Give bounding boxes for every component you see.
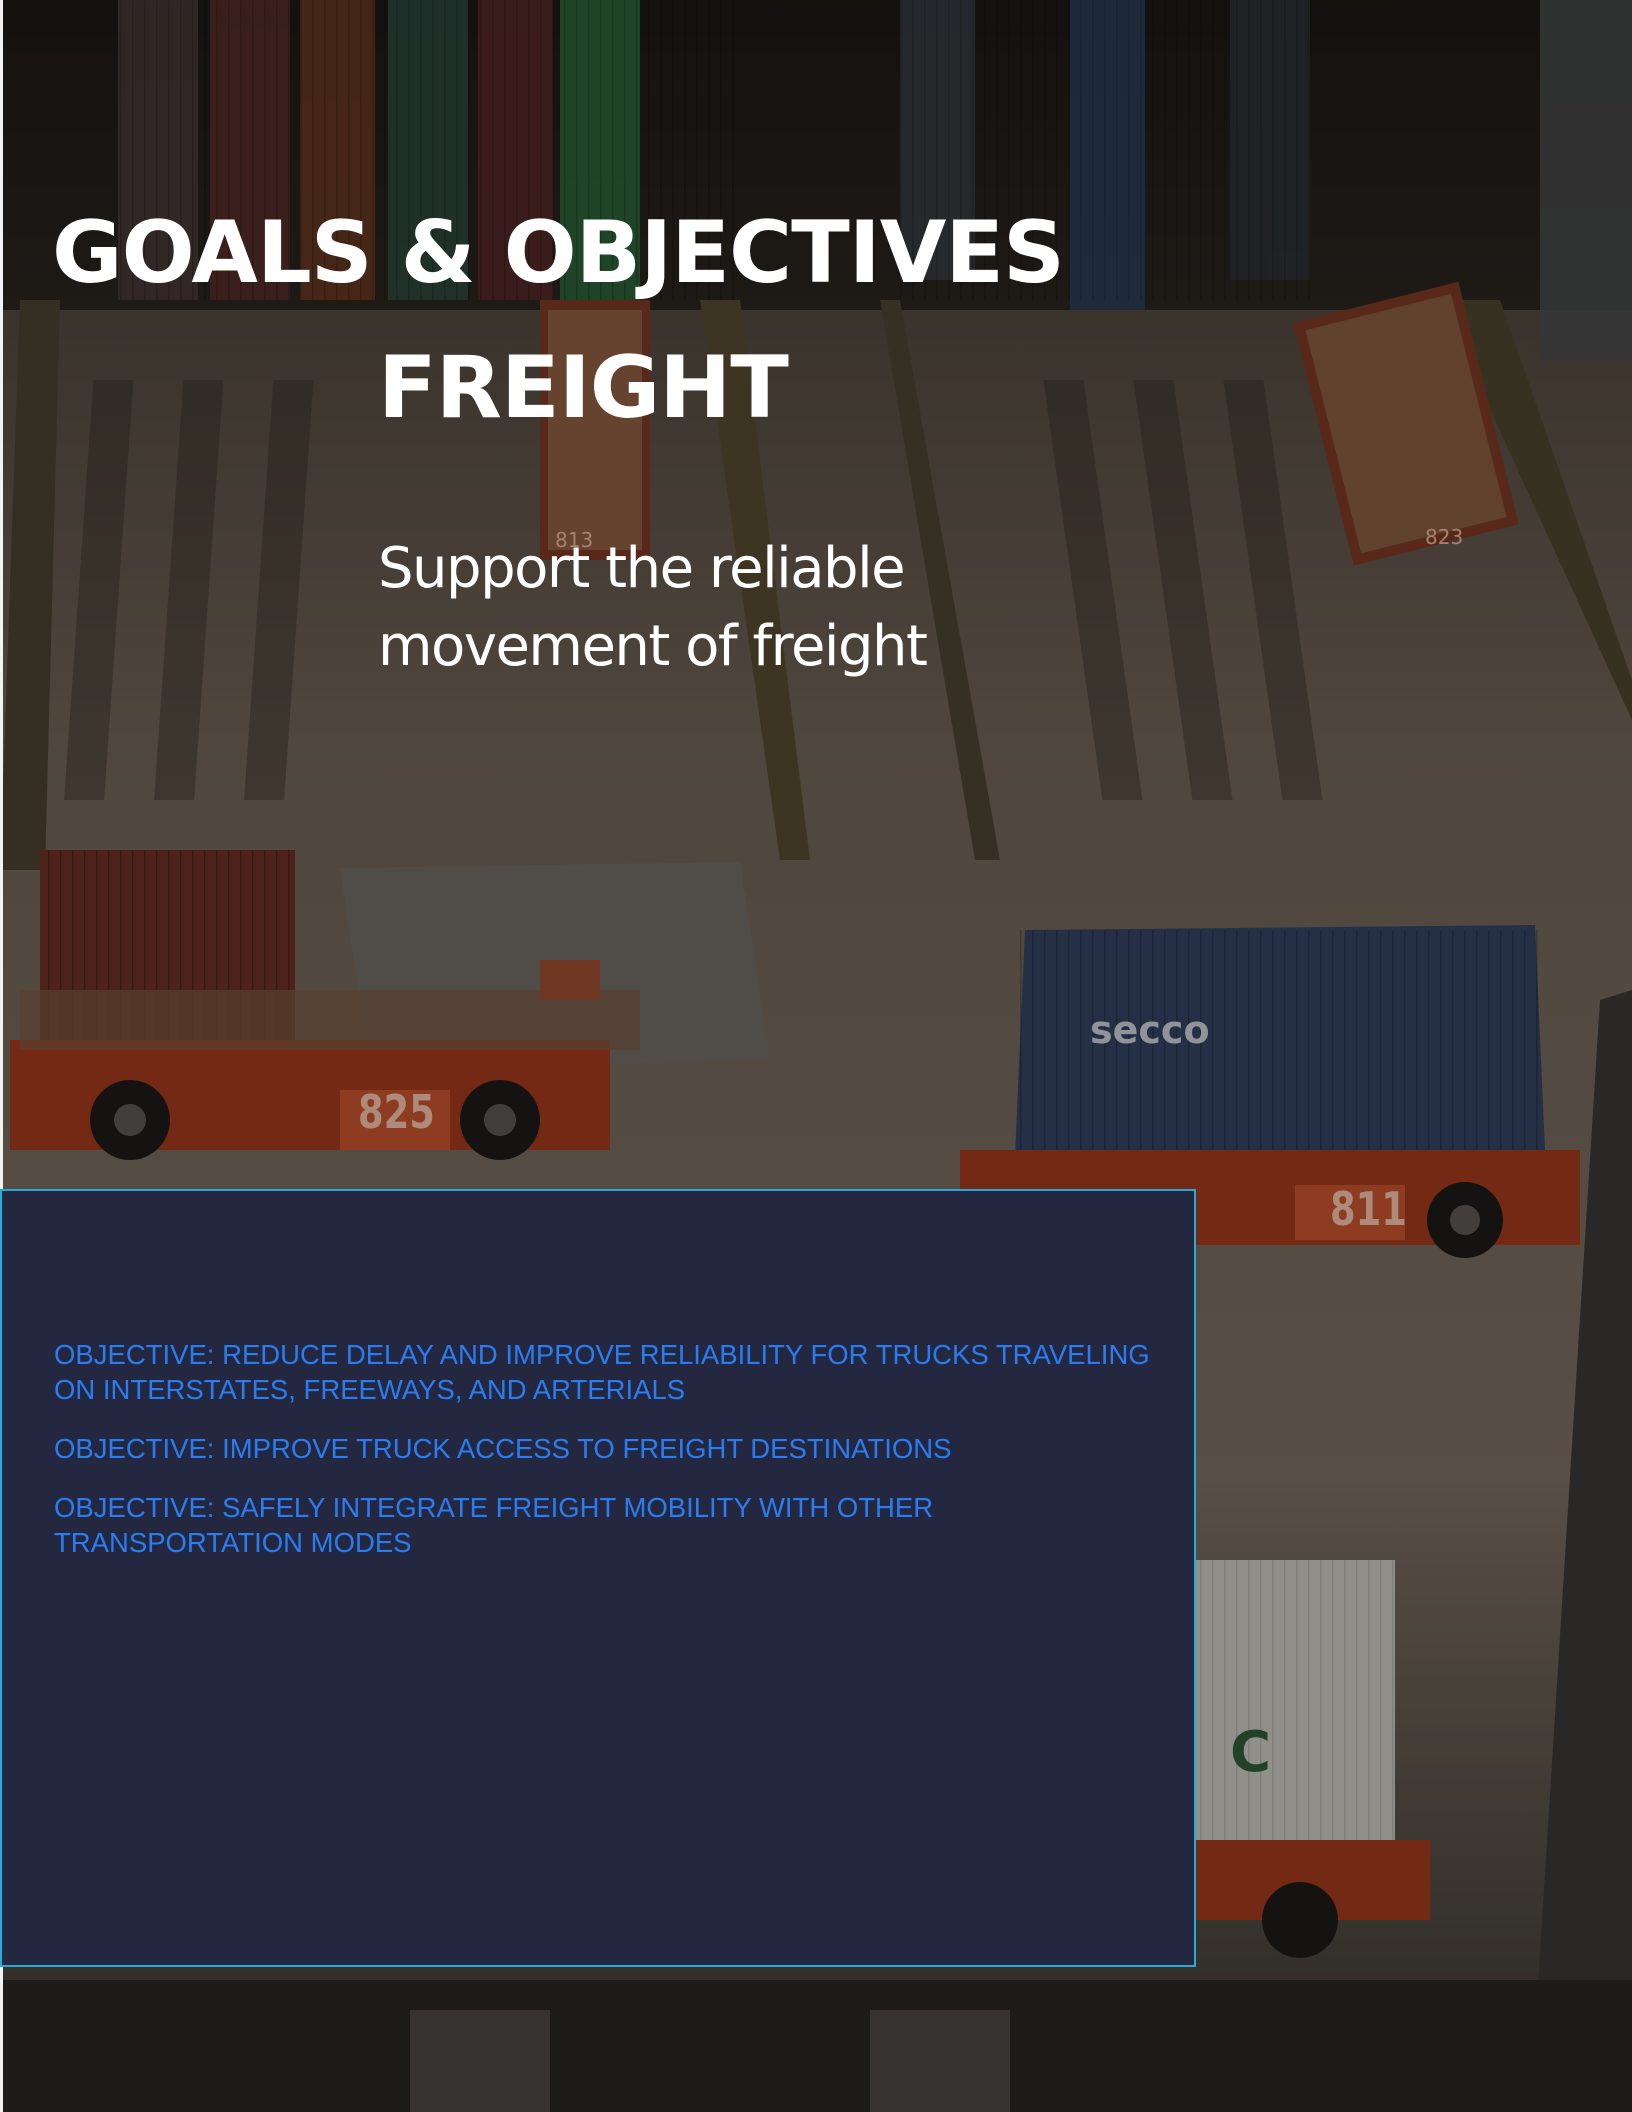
goal-statement: Support the reliable movement of freight [378,536,928,679]
page-title: GOALS & OBJECTIVES [52,203,1065,303]
objective-item: OBJECTIVE: SAFELY INTEGRATE FREIGHT MOBI… [54,1492,934,1558]
section-title: FREIGHT [378,338,789,438]
objectives-list: OBJECTIVE: REDUCE DELAY AND IMPROVE RELI… [54,1337,1154,1584]
objective-item: OBJECTIVE: IMPROVE TRUCK ACCESS TO FREIG… [54,1433,952,1464]
objectives-panel: OBJECTIVE: REDUCE DELAY AND IMPROVE RELI… [0,1189,1196,1967]
objective-item: OBJECTIVE: REDUCE DELAY AND IMPROVE RELI… [54,1339,1150,1405]
